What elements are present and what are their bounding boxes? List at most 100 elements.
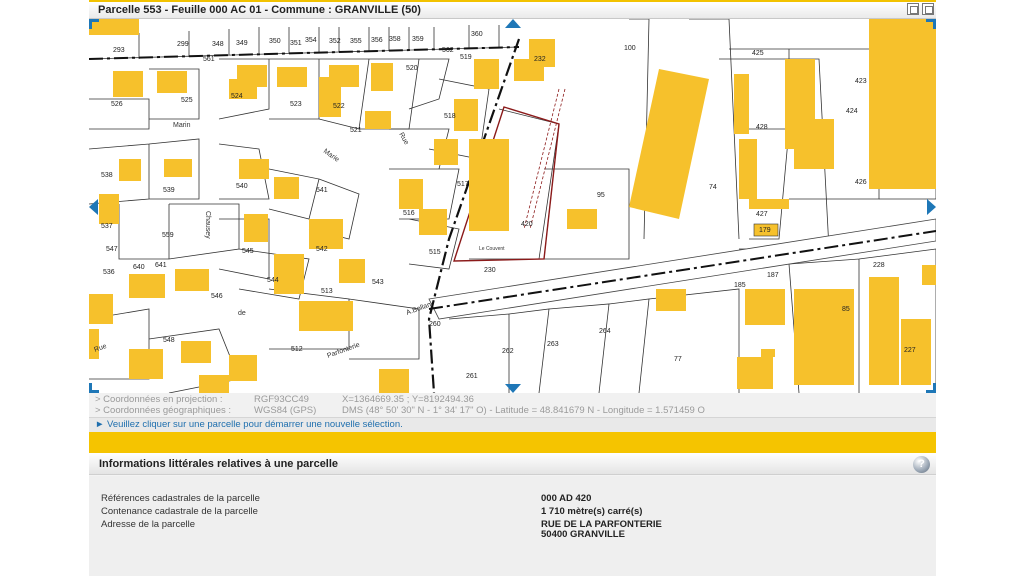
parcel-label: 512 [291, 346, 303, 353]
parcel-label: 423 [855, 78, 867, 85]
parcel-label: 351 [290, 40, 302, 47]
parcel-label: 228 [873, 262, 885, 269]
coordinates-panel: > Coordonnées en projection : RGF93CC49 … [89, 393, 936, 417]
pan-up-icon[interactable] [505, 19, 521, 28]
parcel-label: 352 [329, 38, 341, 45]
parcel-label: 348 [212, 41, 224, 48]
parcel-label: 522 [333, 103, 345, 110]
pan-down-icon[interactable] [505, 384, 521, 393]
parcel-label: 74 [709, 184, 717, 191]
parcel-label: 517 [457, 181, 469, 188]
parcel-label: 521 [350, 127, 362, 134]
parcel-label: 355 [350, 38, 362, 45]
parcel-label: 425 [752, 50, 764, 57]
parcel-label: 187 [767, 272, 779, 279]
map-canvas[interactable]: 293 299 348 349 350 351 354 352 355 356 … [89, 19, 936, 393]
parcel-label: 640 [133, 264, 145, 271]
reference-value: 000 AD 420 [541, 493, 592, 504]
window-controls [907, 3, 934, 15]
parcel-label: 544 [267, 277, 279, 284]
maximize-icon[interactable] [922, 3, 934, 15]
parcel-label: 85 [842, 306, 850, 313]
street-label: Chausey [204, 211, 211, 239]
area-value: 1 710 mètre(s) carré(s) [541, 506, 643, 517]
parcel-label: 100 [624, 45, 636, 52]
info-panel-title: Informations littérales relatives à une … [99, 458, 339, 470]
parcel-label: 230 [484, 267, 496, 274]
parcel-label: 261 [466, 373, 478, 380]
parcel-label: 513 [321, 288, 333, 295]
parcel-label: 524 [231, 93, 243, 100]
parcel-label: 427 [756, 211, 768, 218]
street-label: Parfonterie [326, 342, 361, 360]
parcel-label: 540 [236, 183, 248, 190]
street-label: de [238, 310, 246, 317]
selection-hint: ► Veuillez cliquer sur une parcelle pour… [89, 417, 936, 432]
parcel-label: 426 [855, 179, 867, 186]
reference-label: Références cadastrales de la parcelle [101, 493, 260, 504]
restore-icon[interactable] [907, 3, 919, 15]
street-label: Le Couvent [479, 246, 505, 252]
parcel-label: 428 [756, 124, 768, 131]
parcel-label: 519 [460, 54, 472, 61]
parcel-label: 179 [759, 227, 771, 234]
buildings [89, 19, 936, 393]
parcel-label: 262 [502, 348, 514, 355]
parcel-label: 548 [163, 337, 175, 344]
info-panel-body: Références cadastrales de la parcelle 00… [89, 476, 936, 576]
parcel-label: 559 [162, 232, 174, 239]
parcel-label: 518 [444, 113, 456, 120]
area-label: Contenance cadastrale de la parcelle [101, 506, 258, 517]
parcel-label: 77 [674, 356, 682, 363]
parcel-label: 520 [406, 65, 418, 72]
street-label: Rue [397, 132, 410, 147]
parcel-label: 263 [547, 341, 559, 348]
parcel-label: 264 [599, 328, 611, 335]
parcel-label: 561 [203, 56, 215, 63]
parcel-label: 543 [372, 279, 384, 286]
parcel-label: 260 [429, 321, 441, 328]
parcel-label: 525 [181, 97, 193, 104]
parcel-label: 95 [597, 192, 605, 199]
parcel-label: 232 [534, 56, 546, 63]
parcel-label: 641 [155, 262, 167, 269]
parcel-label: 541 [316, 187, 328, 194]
street-label: Marin [173, 122, 191, 129]
parcel-label: 354 [305, 37, 317, 44]
map-title-bar: Parcelle 553 - Feuille 000 AC 01 - Commu… [89, 0, 936, 19]
separator-bar [89, 432, 936, 453]
parcel-label: 349 [236, 40, 248, 47]
parcel-label: 227 [904, 347, 916, 354]
parcel-label: 523 [290, 101, 302, 108]
pan-left-icon[interactable] [89, 199, 98, 215]
parcel-label: 420 [521, 221, 533, 228]
address-city: 50400 GRANVILLE [541, 529, 625, 540]
parcel-label: 358 [389, 36, 401, 43]
parcel-label: 424 [846, 108, 858, 115]
help-icon[interactable]: ? [913, 456, 930, 473]
parcel-label: 515 [429, 249, 441, 256]
map-corner [89, 383, 99, 393]
parcel-label: 562 [442, 47, 454, 54]
address-label: Adresse de la parcelle [101, 519, 195, 530]
parcel-label: 547 [106, 246, 118, 253]
parcel-label: 516 [403, 210, 415, 217]
parcel-label: 299 [177, 41, 189, 48]
cadastral-map[interactable]: 293 299 348 349 350 351 354 352 355 356 … [89, 19, 936, 393]
parcel-label: 539 [163, 187, 175, 194]
parcel-label: 546 [211, 293, 223, 300]
parcel-label: 545 [242, 248, 254, 255]
pan-right-icon[interactable] [927, 199, 936, 215]
street-label: Marie [322, 148, 340, 164]
info-panel-header: Informations littérales relatives à une … [89, 453, 936, 475]
map-title: Parcelle 553 - Feuille 000 AC 01 - Commu… [98, 4, 421, 16]
parcel-label: 538 [101, 172, 113, 179]
parcel-label: 537 [101, 223, 113, 230]
parcel-label: 526 [111, 101, 123, 108]
parcel-label: 293 [113, 47, 125, 54]
parcel-label: 542 [316, 246, 328, 253]
parcel-label: 536 [103, 269, 115, 276]
parcel-label: 185 [734, 282, 746, 289]
parcel-label: 350 [269, 38, 281, 45]
map-corner [89, 19, 99, 29]
